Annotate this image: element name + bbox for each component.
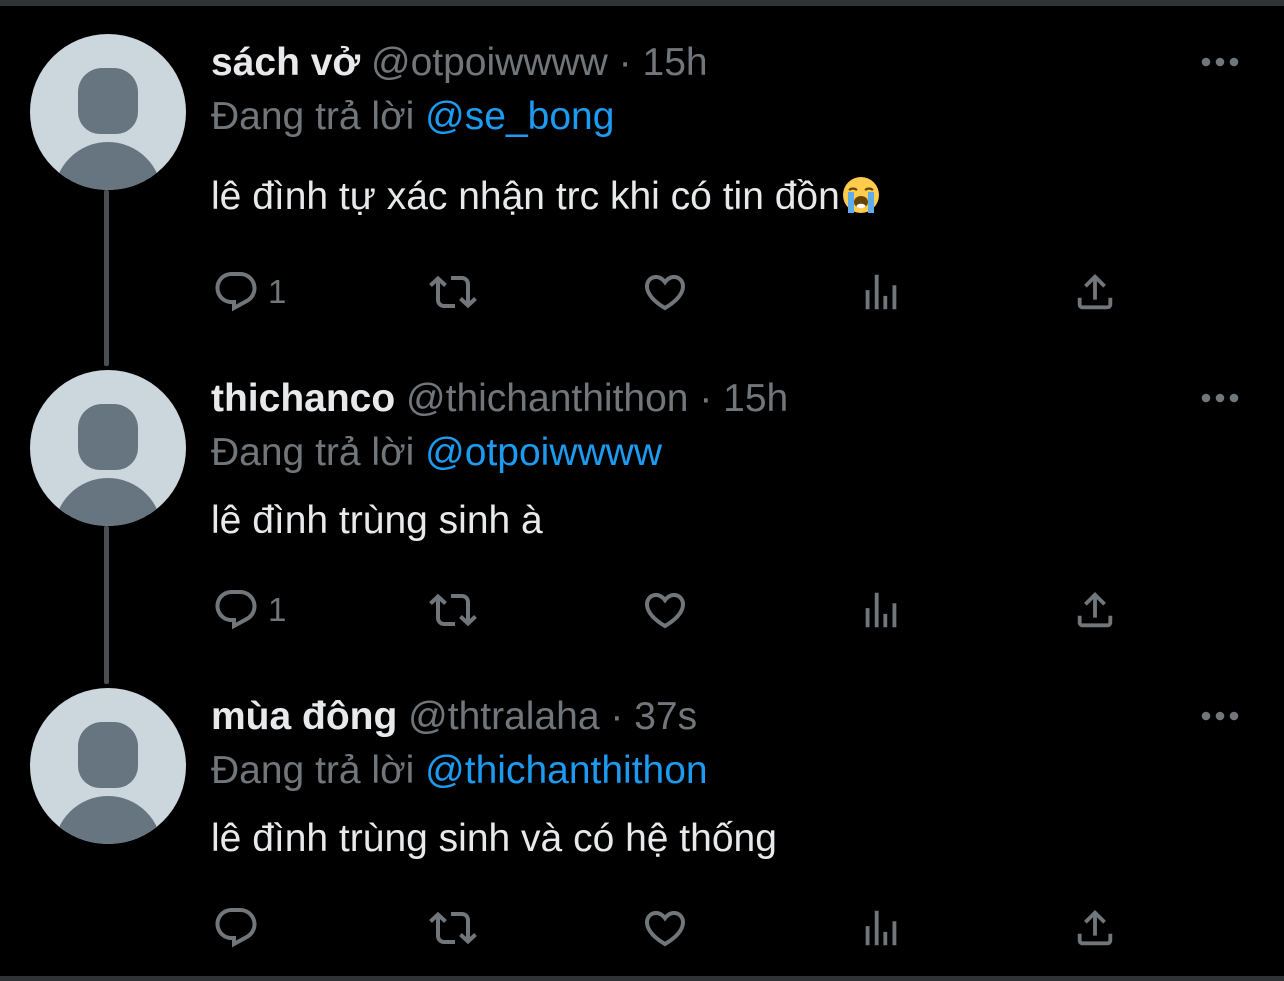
more-icon: [1201, 711, 1239, 721]
reply-button[interactable]: [212, 902, 268, 954]
default-avatar-head: [78, 722, 138, 788]
reply-count: 1: [268, 273, 287, 310]
share-icon: [1077, 273, 1113, 310]
replying-to-label: Đang trả lời: [211, 95, 415, 138]
retweet-button[interactable]: [426, 266, 480, 318]
share-button[interactable]: [1072, 584, 1118, 636]
reply-button[interactable]: 1: [212, 266, 286, 318]
retweet-icon: [429, 911, 477, 945]
tweet-text: lê đình trùng sinh à: [211, 498, 543, 544]
tweet-actions: 1: [0, 584, 1284, 636]
timestamp[interactable]: 37s: [634, 695, 697, 738]
tweet[interactable]: mùa đông @thtralaha · 37s Đang trả lời @…: [0, 688, 1284, 974]
analytics-icon: [865, 274, 897, 310]
replying-to-label: Đang trả lời: [211, 431, 415, 474]
heart-icon: [644, 593, 686, 629]
user-handle[interactable]: @thichanthithon: [406, 377, 688, 420]
more-icon: [1201, 393, 1239, 403]
default-avatar-head: [78, 404, 138, 470]
reply-icon: [215, 272, 257, 312]
avatar[interactable]: [30, 34, 186, 190]
tweet-text-content: lê đình trùng sinh à: [211, 499, 543, 542]
replying-to: Đang trả lời @thichanthithon: [211, 748, 708, 794]
like-button[interactable]: [640, 584, 690, 636]
share-button[interactable]: [1072, 902, 1118, 954]
share-icon: [1077, 591, 1113, 628]
reply-mention-link[interactable]: @se_bong: [425, 95, 614, 138]
more-options-button[interactable]: [1198, 376, 1242, 420]
more-options-button[interactable]: [1198, 694, 1242, 738]
replying-to-label: Đang trả lời: [211, 749, 415, 792]
bottom-border: [0, 976, 1284, 981]
default-avatar-body: [54, 796, 162, 844]
more-options-button[interactable]: [1198, 40, 1242, 84]
tweet-actions: 1: [0, 266, 1284, 318]
timestamp[interactable]: 15h: [723, 377, 788, 420]
default-avatar-head: [78, 68, 138, 134]
replying-to: Đang trả lời @otpoiwwww: [211, 430, 662, 476]
views-button[interactable]: [858, 902, 904, 954]
display-name[interactable]: mùa đông: [211, 695, 397, 738]
tweet[interactable]: thichanco @thichanthithon · 15h Đang trả…: [0, 370, 1284, 670]
loudly-crying-face-emoji-icon: [842, 177, 879, 213]
reply-mention-link[interactable]: @otpoiwwww: [425, 431, 662, 474]
tweet-header: sách vở @otpoiwwww · 15h: [211, 40, 708, 86]
user-handle[interactable]: @thtralaha: [408, 695, 599, 738]
retweet-button[interactable]: [426, 584, 480, 636]
reply-icon: [215, 590, 257, 630]
timestamp[interactable]: 15h: [643, 41, 708, 84]
like-button[interactable]: [640, 902, 690, 954]
tweet-header: thichanco @thichanthithon · 15h: [211, 376, 788, 422]
avatar[interactable]: [30, 688, 186, 844]
views-button[interactable]: [858, 584, 904, 636]
separator-dot: ·: [610, 695, 624, 738]
tweet[interactable]: sách vở @otpoiwwww · 15h Đang trả lời @s…: [0, 34, 1284, 334]
retweet-icon: [429, 593, 477, 627]
analytics-icon: [865, 592, 897, 628]
reply-mention-link[interactable]: @thichanthithon: [425, 749, 707, 792]
tweet-text-content: lê đình tự xác nhận trc khi có tin đồn: [211, 175, 840, 218]
share-button[interactable]: [1072, 266, 1118, 318]
reply-button[interactable]: 1: [212, 584, 286, 636]
reply-icon: [215, 908, 257, 948]
heart-icon: [644, 911, 686, 947]
retweet-icon: [429, 275, 477, 309]
tweet-text-content: lê đình trùng sinh và có hệ thống: [211, 817, 777, 860]
more-icon: [1201, 57, 1239, 67]
separator-dot: ·: [618, 41, 632, 84]
share-icon: [1077, 909, 1113, 946]
display-name[interactable]: thichanco: [211, 377, 395, 420]
default-avatar-body: [54, 478, 162, 526]
replying-to: Đang trả lời @se_bong: [211, 94, 614, 140]
default-avatar-body: [54, 142, 162, 190]
like-button[interactable]: [640, 266, 690, 318]
avatar[interactable]: [30, 370, 186, 526]
tweet-text: lê đình tự xác nhận trc khi có tin đồn: [211, 174, 881, 220]
separator-dot: ·: [699, 377, 713, 420]
retweet-button[interactable]: [426, 902, 480, 954]
views-button[interactable]: [858, 266, 904, 318]
tweet-actions: [0, 902, 1284, 954]
heart-icon: [644, 275, 686, 311]
display-name[interactable]: sách vở: [211, 41, 360, 84]
analytics-icon: [865, 910, 897, 946]
reply-count: 1: [268, 591, 287, 628]
user-handle[interactable]: @otpoiwwww: [371, 41, 608, 84]
tweet-text: lê đình trùng sinh và có hệ thống: [211, 816, 777, 862]
tweet-header: mùa đông @thtralaha · 37s: [211, 694, 697, 740]
top-border: [0, 0, 1284, 6]
